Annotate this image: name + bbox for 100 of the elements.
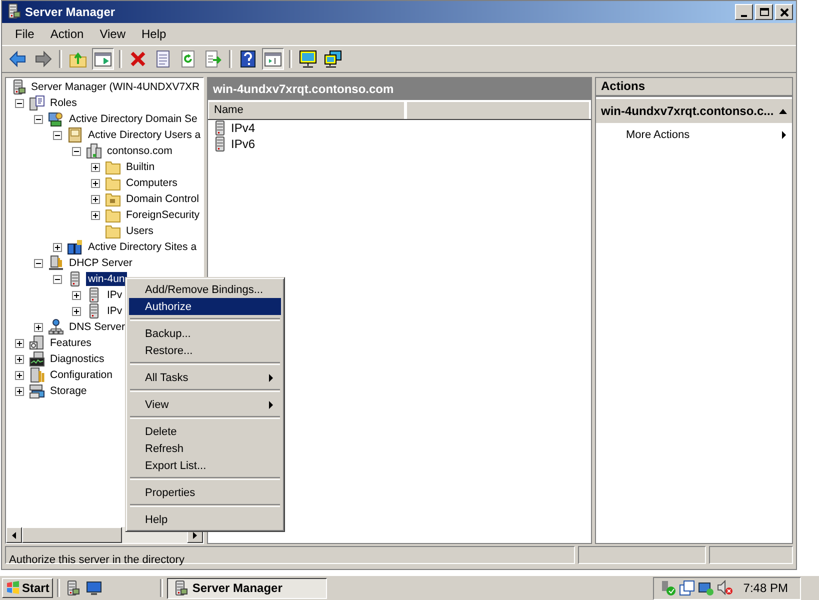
menu-item[interactable]: Authorize bbox=[129, 298, 281, 315]
tree-item[interactable]: Configuration bbox=[48, 368, 114, 382]
menu-item[interactable]: File bbox=[7, 27, 42, 41]
pane-title: win-4undxv7xrqt.contonso.com bbox=[208, 78, 591, 100]
folder-icon bbox=[105, 175, 121, 191]
sites-icon bbox=[67, 239, 83, 255]
maximize-icon bbox=[758, 6, 770, 18]
folder-icon bbox=[105, 159, 121, 175]
menu-item[interactable]: View bbox=[92, 27, 134, 41]
expand-icon[interactable] bbox=[72, 290, 81, 300]
menu-item[interactable]: Delete bbox=[129, 423, 281, 440]
minimize-button[interactable] bbox=[735, 4, 753, 20]
action-pane-button[interactable] bbox=[262, 48, 284, 70]
expand-icon[interactable] bbox=[91, 162, 100, 172]
menu-item[interactable]: Help bbox=[129, 511, 281, 528]
dhcp-icon bbox=[48, 255, 64, 271]
desktop-icon[interactable] bbox=[86, 580, 102, 596]
tree-item[interactable]: Features bbox=[48, 336, 94, 350]
expand-icon[interactable] bbox=[15, 386, 24, 396]
expand-icon[interactable] bbox=[91, 178, 100, 188]
window-title: Server Manager bbox=[25, 5, 116, 19]
close-button[interactable] bbox=[775, 4, 793, 20]
menu-item[interactable]: Backup... bbox=[129, 325, 281, 342]
tree-item[interactable]: ForeignSecurity bbox=[124, 208, 202, 222]
tree-item[interactable]: Active Directory Users a bbox=[86, 128, 203, 142]
network-button[interactable] bbox=[322, 48, 344, 70]
device-check-icon[interactable] bbox=[660, 580, 676, 596]
domain-icon bbox=[86, 143, 102, 159]
expand-icon[interactable] bbox=[91, 210, 100, 220]
tree-item[interactable]: Diagnostics bbox=[48, 352, 106, 366]
menu-item[interactable]: Properties bbox=[129, 484, 281, 501]
tree-pane-button[interactable] bbox=[92, 48, 114, 70]
expand-icon[interactable] bbox=[91, 194, 100, 204]
tree-item[interactable]: Users bbox=[124, 224, 156, 238]
expand-icon[interactable] bbox=[72, 306, 81, 316]
tree-item[interactable]: DNS Server bbox=[67, 320, 128, 334]
network-icon[interactable] bbox=[698, 580, 714, 596]
tree-item[interactable]: DHCP Server bbox=[67, 256, 134, 270]
tree-item[interactable]: contonso.com bbox=[105, 144, 174, 158]
taskbar-button[interactable]: Server Manager bbox=[167, 578, 328, 598]
collapse-caret-icon bbox=[779, 108, 787, 114]
tree-item[interactable]: Storage bbox=[48, 384, 89, 398]
menu-item[interactable]: Help bbox=[134, 27, 174, 41]
collapse-icon[interactable] bbox=[53, 274, 62, 284]
tree-item[interactable]: Builtin bbox=[124, 160, 157, 174]
collapse-icon[interactable] bbox=[72, 146, 81, 156]
column-header[interactable]: Name bbox=[208, 102, 406, 119]
menu-item[interactable]: Export List... bbox=[129, 457, 281, 474]
collapse-icon[interactable] bbox=[34, 258, 43, 268]
virtual-machine-icon[interactable] bbox=[679, 580, 696, 596]
menu-item[interactable]: Restore... bbox=[129, 342, 281, 359]
folder-icon bbox=[105, 223, 121, 239]
menu-item[interactable]: Refresh bbox=[129, 440, 281, 457]
configuration-icon bbox=[29, 367, 45, 383]
tree-item[interactable]: Active Directory Sites a bbox=[86, 240, 199, 254]
action-link[interactable]: More Actions bbox=[596, 123, 792, 147]
scroll-left-button[interactable] bbox=[6, 527, 22, 543]
roles-icon bbox=[29, 95, 45, 111]
left-arrow-icon bbox=[10, 530, 18, 540]
tree-item[interactable]: Computers bbox=[124, 176, 180, 190]
diagnostics-icon bbox=[29, 351, 45, 367]
storage-icon bbox=[29, 383, 45, 399]
collapse-icon[interactable] bbox=[34, 114, 43, 124]
tree-item[interactable]: Domain Control bbox=[124, 192, 201, 206]
start-button[interactable]: Start bbox=[2, 578, 54, 598]
expand-icon[interactable] bbox=[15, 354, 24, 364]
collapse-icon[interactable] bbox=[15, 98, 24, 108]
windows-logo-icon bbox=[6, 581, 20, 595]
tree-item[interactable]: IPv bbox=[105, 304, 124, 318]
speaker-muted-icon[interactable] bbox=[717, 580, 734, 596]
dns-icon bbox=[48, 319, 64, 335]
features-icon bbox=[29, 335, 45, 351]
tree-item[interactable]: Server Manager (WIN-4UNDXV7XR bbox=[29, 80, 202, 94]
menu-item[interactable]: Action bbox=[42, 27, 92, 41]
tree-item[interactable]: IPv bbox=[105, 288, 124, 302]
tree-item[interactable]: win-4un bbox=[86, 272, 127, 286]
minimize-icon bbox=[741, 14, 747, 16]
expand-icon[interactable] bbox=[15, 370, 24, 380]
directory-icon bbox=[48, 111, 64, 127]
tree-item[interactable]: Active Directory Domain Se bbox=[67, 112, 200, 126]
scroll-thumb[interactable] bbox=[22, 527, 122, 543]
right-arrow-icon bbox=[191, 530, 199, 540]
status-text: Authorize this server in the directory bbox=[5, 546, 575, 564]
collapse-icon[interactable] bbox=[53, 130, 62, 140]
clock: 7:48 PM bbox=[743, 581, 788, 595]
menu-item[interactable]: All Tasks bbox=[129, 369, 281, 386]
actions-title: Actions bbox=[596, 78, 792, 97]
menu-item[interactable]: Add/Remove Bindings... bbox=[129, 281, 281, 298]
expand-icon[interactable] bbox=[15, 338, 24, 348]
expand-icon[interactable] bbox=[53, 242, 62, 252]
actions-section-header[interactable]: win-4undxv7xrqt.contonso.c... bbox=[596, 99, 792, 123]
maximize-button[interactable] bbox=[755, 4, 773, 20]
menu-item[interactable]: View bbox=[129, 396, 281, 413]
folder-icon bbox=[105, 191, 121, 207]
list-item[interactable]: IPv6 bbox=[231, 137, 256, 151]
monitor-button[interactable] bbox=[297, 48, 319, 70]
tree-item[interactable]: Roles bbox=[48, 96, 79, 110]
list-item[interactable]: IPv4 bbox=[231, 121, 256, 135]
folder-icon bbox=[105, 207, 121, 223]
expand-icon[interactable] bbox=[34, 322, 43, 332]
